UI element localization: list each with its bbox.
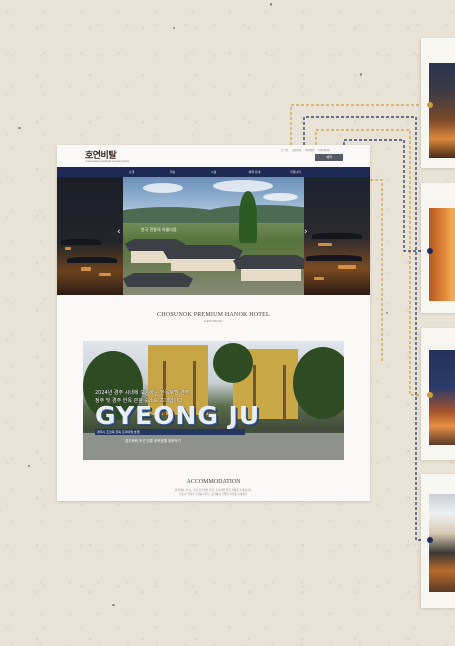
nav-item-community[interactable]: 커뮤니티 (275, 167, 316, 177)
book-button[interactable]: 예약 (315, 154, 343, 161)
next-arrow-icon[interactable]: › (304, 227, 308, 237)
prev-arrow-icon[interactable]: ‹ (117, 227, 121, 237)
util-link[interactable]: 예약확인 (305, 148, 314, 152)
promo-ground (83, 433, 344, 460)
detail-image (429, 350, 455, 445)
main-nav: 소개 객실 시설 예약 안내 커뮤니티 (57, 167, 370, 177)
hero-slide-prev (57, 177, 123, 295)
detail-card-4[interactable] (421, 474, 455, 608)
detail-image (429, 208, 455, 301)
hotel-title: CHOSUNOK PREMIUM HANOK HOTEL (157, 312, 270, 318)
hero-slide-next (304, 177, 370, 295)
sign-base-text: 경주시 조선옥 한옥 프리미엄 호텔 (97, 430, 140, 434)
connector-node (427, 102, 433, 108)
website-mockup: 호연비탈 CHOSUNOK PREMIUM HANOK HOTEL 로그인 회원… (57, 145, 370, 501)
header: 호연비탈 CHOSUNOK PREMIUM HANOK HOTEL 로그인 회원… (57, 145, 370, 167)
connector-node (427, 392, 433, 398)
gyeongju-sign: GYEONG JU (95, 401, 261, 430)
connector-gold-1 (290, 104, 432, 150)
util-link[interactable]: 로그인 (281, 148, 288, 152)
nav-item-facilities[interactable]: 시설 (193, 167, 234, 177)
util-link[interactable]: 마이페이지 (318, 148, 330, 152)
promo-badge: 경주문화 조선 전통 한옥호텔 방문하기 (125, 439, 181, 443)
nav-item-intro[interactable]: 소개 (111, 167, 152, 177)
hero-caption: 한국 전통의 아름다움 (141, 227, 177, 232)
detail-card-1[interactable] (421, 38, 455, 168)
connector-node (427, 537, 433, 543)
detail-image (429, 63, 455, 158)
accommodation-desc: 전통과 현대가 조화를 이루는 공간에서 특별한 하루를 보내세요. (179, 493, 248, 496)
promo-banner[interactable]: 2024년 경주 시내에 오픈하는 한옥호텔 경주, 정주 및 경주 한옥 관광… (83, 341, 344, 460)
hero-slider: ‹ › 한국 전통의 아름다움 (57, 177, 370, 295)
nav-item-reservation[interactable]: 예약 안내 (234, 167, 275, 177)
logo-subtitle: CHOSUNOK PREMIUM HANOK HOTEL (85, 160, 130, 163)
nav-item-rooms[interactable]: 객실 (152, 167, 193, 177)
detail-card-2[interactable] (421, 183, 455, 313)
utility-links: 로그인 회원가입 예약확인 마이페이지 (281, 148, 330, 152)
detail-image (429, 494, 455, 592)
util-link[interactable]: 회원가입 (292, 148, 301, 152)
connector-node (427, 248, 433, 254)
connector-gold-3 (370, 179, 383, 362)
accommodation-title: ACCOMMODATION (186, 479, 241, 485)
hero-slide-main (123, 177, 304, 295)
promo-text-line1: 2024년 경주 시내에 오픈하는 한옥호텔 경주, (95, 390, 191, 396)
hotel-subtitle: GYEONGJU (204, 319, 223, 323)
